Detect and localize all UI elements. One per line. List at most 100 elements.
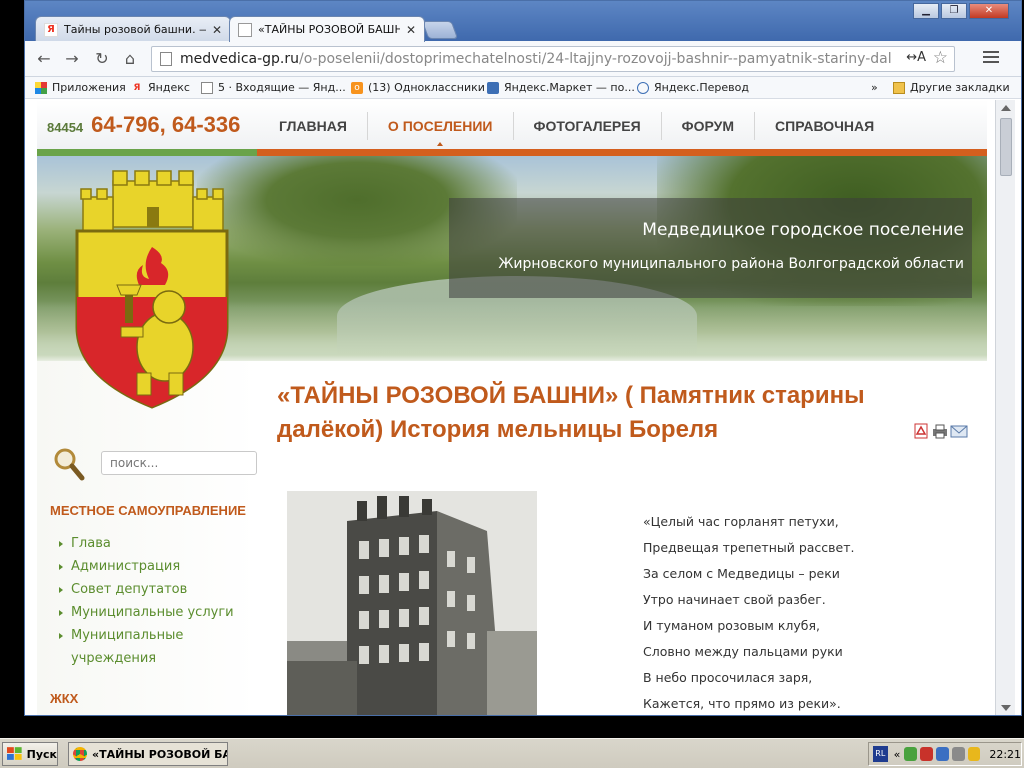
bookmark-label: Приложения xyxy=(52,81,126,94)
home-button[interactable]: ⌂ xyxy=(119,49,141,69)
poem-line: За селом с Медведицы – реки xyxy=(643,566,840,581)
tab-yandex-search[interactable]: Я Тайны розовой башни. — Я ✕ xyxy=(35,16,231,42)
close-window-button[interactable]: ✕ xyxy=(969,3,1009,19)
translate-icon xyxy=(637,81,649,94)
close-icon[interactable]: ✕ xyxy=(212,23,222,37)
phone-code: 84454 xyxy=(47,120,84,135)
new-tab-button[interactable] xyxy=(421,21,459,39)
tray-expand-icon[interactable]: « xyxy=(894,748,901,761)
url-path: /o-poselenii/dostoprimechatelnosti/24-lt… xyxy=(299,51,892,67)
bookmark-label: Яндекс xyxy=(148,81,190,94)
sidebar-heading-housing[interactable]: ЖКХ xyxy=(50,691,78,706)
menu-item-home[interactable]: ГЛАВНАЯ xyxy=(259,112,368,140)
sidebar-item-administration[interactable]: Администрация xyxy=(59,555,249,578)
coat-of-arms-emblem xyxy=(75,170,229,409)
article-tools xyxy=(911,423,968,439)
scroll-up-icon[interactable] xyxy=(1001,105,1011,111)
forward-button[interactable]: → xyxy=(61,49,83,69)
menu-item-reference[interactable]: СПРАВОЧНАЯ xyxy=(755,112,894,140)
header-stripe-orange xyxy=(257,149,987,156)
back-button[interactable]: ← xyxy=(33,49,55,69)
bookmark-translate[interactable]: Яндекс.Перевод xyxy=(637,81,749,94)
reload-button[interactable]: ↻ xyxy=(91,49,113,69)
poem-line: В небо просочилася заря, xyxy=(643,670,813,685)
url-host: medvedica-gp.ru xyxy=(180,51,299,67)
antivirus-icon[interactable] xyxy=(920,747,933,761)
poem-line: Словно между пальцами руки xyxy=(643,644,843,659)
poem-line: «Целый час горланят петухи, xyxy=(643,514,839,529)
search-icon[interactable] xyxy=(53,447,85,481)
scrollbar-thumb[interactable] xyxy=(1000,118,1012,176)
start-button[interactable]: Пуск xyxy=(2,742,58,766)
search-input[interactable] xyxy=(101,451,257,475)
taskbar-item-label: «ТАЙНЫ РОЗОВОЙ БА... xyxy=(92,747,227,761)
tab-title: Тайны розовой башни. — Я xyxy=(64,23,206,36)
taskbar-item-browser[interactable]: «ТАЙНЫ РОЗОВОЙ БА... xyxy=(68,742,228,766)
market-icon xyxy=(487,81,499,94)
messenger-icon[interactable] xyxy=(967,747,981,761)
poem-line: Предвещая трепетный рассвет. xyxy=(643,540,855,555)
main-menu: ГЛАВНАЯ О ПОСЕЛЕНИИ ФОТОГАЛЕРЕЯ ФОРУМ СП… xyxy=(259,100,894,152)
bookmarks-more-button[interactable]: » xyxy=(871,81,878,94)
email-icon[interactable] xyxy=(950,423,968,439)
sidebar-item-head[interactable]: Глава xyxy=(59,532,249,555)
menu-item-forum[interactable]: ФОРУМ xyxy=(662,112,756,140)
folder-icon xyxy=(893,81,905,94)
sidebar-item-institutions[interactable]: Муниципальные xyxy=(59,624,249,647)
poem-line: И туманом розовым клубя, xyxy=(643,618,820,633)
maximize-button[interactable]: ❐ xyxy=(941,3,967,19)
yandex-icon: Я xyxy=(44,22,58,37)
address-bar[interactable]: medvedica-gp.ru/o-poselenii/dostoprimech… xyxy=(151,46,955,72)
browser-menu-button[interactable] xyxy=(983,51,999,65)
mail-icon xyxy=(201,81,213,94)
chrome-icon xyxy=(73,747,87,761)
sidebar-item-institutions-cont[interactable]: учреждения xyxy=(59,647,249,670)
bookmark-mail[interactable]: 5 · Входящие — Янд... xyxy=(201,81,346,94)
bookmark-star-icon[interactable]: ☆ xyxy=(933,48,948,68)
bookmark-label: Другие закладки xyxy=(910,81,1010,94)
article-title: «ТАЙНЫ РОЗОВОЙ БАШНИ» ( Памятник старины… xyxy=(277,382,865,443)
page-icon xyxy=(160,52,172,66)
sidebar-heading-self-government: МЕСТНОЕ САМОУПРАВЛЕНИЕ xyxy=(50,503,246,518)
page-scrollbar[interactable] xyxy=(995,100,1015,715)
bookmark-market[interactable]: Яндекс.Маркет — по... xyxy=(487,81,635,94)
sidebar-item-council[interactable]: Совет депутатов xyxy=(59,578,249,601)
banner-caption-box: Медведицкое городское поселение Жирновск… xyxy=(449,198,972,298)
phone-numbers: 64-796, 64-336 xyxy=(91,112,241,137)
poem-line: Кажется, что прямо из реки». xyxy=(643,696,841,711)
browser-window: Я Тайны розовой башни. — Я ✕ «ТАЙНЫ РОЗО… xyxy=(24,0,1022,716)
bookmark-label: (13) Одноклассники xyxy=(368,81,485,94)
poem-text: «Целый час горланят петухи, Предвещая тр… xyxy=(643,509,855,715)
language-indicator[interactable]: RL xyxy=(873,746,888,762)
banner-subtitle: Жирновского муниципального района Волгог… xyxy=(498,256,964,272)
print-icon[interactable] xyxy=(931,423,949,439)
bookmark-label: 5 · Входящие — Янд... xyxy=(218,81,346,94)
pdf-icon[interactable] xyxy=(912,423,930,439)
update-icon[interactable] xyxy=(935,747,949,761)
bookmark-odnoklassniki[interactable]: o (13) Одноклассники xyxy=(351,81,485,94)
sidebar-list: Глава Администрация Совет депутатов Муни… xyxy=(59,532,249,670)
close-icon[interactable]: ✕ xyxy=(406,23,416,37)
sidebar-item-services[interactable]: Муниципальные услуги xyxy=(59,601,249,624)
bookmark-label: Яндекс.Маркет — по... xyxy=(504,81,635,94)
tab-strip: Я Тайны розовой башни. — Я ✕ «ТАЙНЫ РОЗО… xyxy=(25,1,1021,42)
menu-item-about[interactable]: О ПОСЕЛЕНИИ xyxy=(368,112,514,146)
poem-line: Утро начинает свой разбег. xyxy=(643,592,826,607)
network-icon[interactable] xyxy=(904,747,918,761)
bookmark-other[interactable]: Другие закладки xyxy=(893,81,1010,94)
site-header: 84454 64-796, 64-336 ГЛАВНАЯ О ПОСЕЛЕНИИ… xyxy=(37,100,987,156)
taskbar: Пуск «ТАЙНЫ РОЗОВОЙ БА... RL « 22:21 xyxy=(0,738,1024,768)
menu-item-gallery[interactable]: ФОТОГАЛЕРЕЯ xyxy=(514,112,662,140)
minimize-button[interactable]: ▁ xyxy=(913,3,939,19)
windows-logo-icon xyxy=(7,747,22,760)
bookmark-yandex[interactable]: Я Яндекс xyxy=(131,81,190,94)
translate-icon[interactable]: ↔A xyxy=(906,50,926,65)
volume-icon[interactable] xyxy=(951,747,965,761)
scroll-down-icon[interactable] xyxy=(1001,705,1011,711)
browser-toolbar: ← → ↻ ⌂ medvedica-gp.ru/o-poselenii/dost… xyxy=(25,41,1021,77)
clock[interactable]: 22:21 xyxy=(989,748,1021,761)
start-label: Пуск xyxy=(26,747,57,761)
tab-active-page[interactable]: «ТАЙНЫ РОЗОВОЙ БАШНИ» ✕ xyxy=(229,16,425,42)
search-block xyxy=(53,447,259,481)
bookmark-apps[interactable]: Приложения xyxy=(35,81,126,94)
